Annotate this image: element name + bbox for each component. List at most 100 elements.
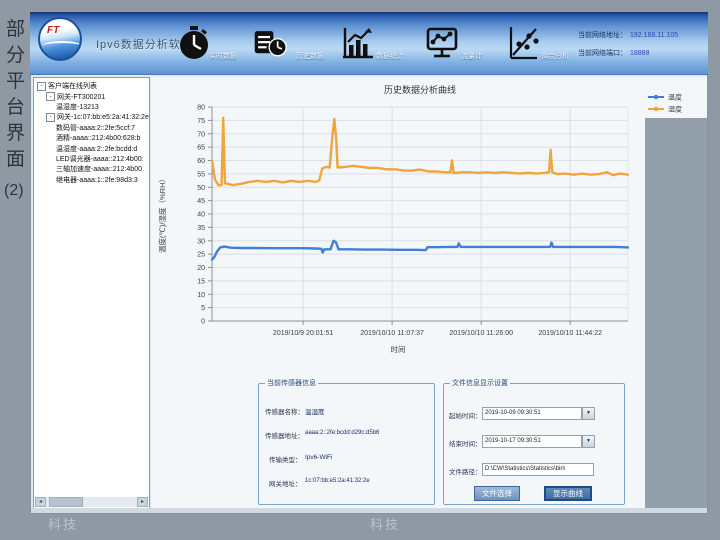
watermark-text: 科技 [48, 514, 78, 533]
tree-node-sensor[interactable]: 温湿度-aaaa:2::2fe:bcdd:d [34, 143, 149, 153]
svg-text:25: 25 [197, 252, 205, 259]
svg-text:2019/10/10 11:44:22: 2019/10/10 11:44:22 [538, 330, 602, 337]
transfer-type-value: Ipv6-WiFi [305, 454, 332, 461]
network-port-row: 当前网络端口：18888 [578, 48, 649, 58]
tree-node-label: 继电器-aaaa:1::2fe:98d3:3 [56, 175, 138, 185]
svg-text:温度(℃)/湿度（%RH）: 温度(℃)/湿度（%RH） [157, 175, 167, 253]
start-time-dropdown-icon[interactable]: ▼ [582, 407, 595, 420]
side-label-char: 台 [6, 92, 25, 119]
gateway-address-label: 网关地址： [269, 478, 302, 488]
tree-node-gateway[interactable]: 网关-1c:07:bb:e5:2a:41:32:2e [34, 112, 149, 122]
collapse-icon[interactable] [37, 82, 46, 91]
file-group-title: 文件信息显示设置 [450, 378, 510, 388]
sensor-address-value: aaaa:2::2fe:bcdd:d29c:d5b6 [305, 430, 379, 436]
side-label-char: 部 [6, 14, 25, 41]
svg-text:65: 65 [197, 145, 205, 152]
toolbar-label: 历史数据 [296, 51, 324, 61]
svg-text:0: 0 [201, 319, 205, 326]
tree-node-label: 温湿度-aaaa:2::2fe:bcdd:d [56, 144, 137, 154]
toolbar-label: 拟合分析 [541, 51, 569, 61]
network-address-label: 当前网络地址： [578, 32, 627, 39]
tree-node-label: 酒精-aaaa::212:4b00:628:b [56, 133, 140, 143]
show-curve-button[interactable]: 显示曲线 [544, 486, 592, 501]
sensor-name-label: 传感器名称： [265, 406, 304, 416]
tree-node-label: 三轴加速度-aaaa::212:4b00 [56, 164, 142, 174]
network-address-row: 当前网络地址：192.168.11.105 [578, 30, 678, 40]
svg-text:30: 30 [197, 238, 205, 245]
gateway-address-value: 1c:07:bb:e5:2a:41:32:2e [305, 478, 370, 484]
svg-text:2019/10/9 20:01:51: 2019/10/9 20:01:51 [273, 330, 333, 337]
svg-text:2019/10/10 11:26:00: 2019/10/10 11:26:00 [449, 330, 513, 337]
tree-node-label: LED调光器-aaaa::212:4b00: [56, 154, 144, 164]
sensor-address-label: 传感器地址： [265, 430, 304, 440]
history-chart: 051015202530354045505560657075802019/10/… [152, 77, 705, 373]
network-port-value: 18888 [630, 50, 649, 57]
tree-node-root[interactable]: 客户端在线列表 [34, 81, 149, 91]
svg-text:温度: 温度 [668, 93, 682, 102]
tree-node-gateway[interactable]: 网关-FT300201 [34, 91, 149, 101]
svg-text:湿度: 湿度 [668, 105, 682, 114]
side-label-char: 面 [6, 144, 25, 171]
toolbar-label: 数据统计 [376, 51, 404, 61]
svg-text:2019/10/10 11:07:37: 2019/10/10 11:07:37 [360, 330, 424, 337]
file-path-field[interactable]: D:\CW\Statistics\Statistics\bin\ [482, 463, 594, 476]
svg-text:40: 40 [197, 212, 205, 219]
svg-text:50: 50 [197, 185, 205, 192]
svg-text:35: 35 [197, 225, 205, 232]
slide-background: 部 分 平 台 界 面 (2) FT Ipv6数据分析软件 实时数据 [0, 0, 720, 540]
end-time-field[interactable]: 2019-10-17 09:30:51 [482, 435, 582, 448]
tree-node-sensor[interactable]: 三轴加速度-aaaa::212:4b00 [34, 164, 149, 174]
svg-text:45: 45 [197, 198, 205, 205]
start-time-label: 起始时间： [449, 410, 482, 420]
file-settings-group: 文件信息显示设置 起始时间： 2019-10-09 09:30:51 ▼ 结束时… [443, 378, 625, 505]
tree-node-sensor[interactable]: 酒精-aaaa::212:4b00:628:b [34, 133, 149, 143]
svg-text:55: 55 [197, 171, 205, 178]
scroll-left-arrow-icon[interactable]: ◂ [35, 497, 46, 507]
toolbar-label: 实时数据 [209, 51, 237, 61]
window-status-strip [31, 508, 707, 513]
history-list-clock-icon [253, 25, 287, 61]
logo-wave [42, 41, 82, 51]
stopwatch-icon [177, 25, 211, 61]
tree-node-sensor[interactable]: 继电器-aaaa:1::2fe:98d3:3 [34, 175, 149, 185]
monitor-curve-icon [425, 25, 459, 61]
svg-text:60: 60 [197, 158, 205, 165]
bar-chart-icon [341, 25, 375, 61]
logo-text: FT [47, 25, 59, 36]
tree-node-label: 网关-FT300201 [57, 92, 105, 102]
tree-node-sensor[interactable]: 数码管-aaaa:2::2fe:5ccf:7 [34, 123, 149, 133]
transfer-type-label: 传输类型： [269, 454, 302, 464]
tree-node-label: 网关-1c:07:bb:e5:2a:41:32:2e [57, 112, 149, 122]
collapse-icon[interactable] [46, 113, 55, 122]
side-label-char: 平 [6, 66, 25, 93]
fit-line-scatter-icon [507, 25, 541, 61]
sensor-name-value: 温湿度 [305, 406, 325, 416]
tree-node-label: 数码管-aaaa:2::2fe:5ccf:7 [56, 123, 135, 133]
app-logo-icon: FT [38, 17, 82, 61]
sensor-info-group: 当前传感器信息 传感器名称： 温湿度 传感器地址： aaaa:2::2fe:bc… [258, 378, 435, 505]
side-label-char: 界 [6, 118, 25, 145]
tree-node-label: 客户端在线列表 [48, 81, 97, 91]
collapse-icon[interactable] [46, 92, 55, 101]
scrollbar-thumb[interactable] [49, 497, 83, 507]
end-time-dropdown-icon[interactable]: ▼ [582, 435, 595, 448]
svg-text:10: 10 [197, 292, 205, 299]
sensor-group-title: 当前传感器信息 [265, 378, 318, 388]
start-time-field[interactable]: 2019-10-09 09:30:51 [482, 407, 582, 420]
svg-text:70: 70 [197, 131, 205, 138]
file-select-button[interactable]: 文件选择 [474, 486, 520, 501]
tree-node-sensor[interactable]: 温湿度-13213 [34, 102, 149, 112]
tree-node-sensor[interactable]: LED调光器-aaaa::212:4b00: [34, 154, 149, 164]
network-address-value: 192.168.11.105 [630, 32, 678, 39]
svg-text:15: 15 [197, 278, 205, 285]
svg-text:20: 20 [197, 265, 205, 272]
tree-node-label: 温湿度-13213 [56, 102, 99, 112]
svg-text:80: 80 [197, 105, 205, 112]
tree-horizontal-scrollbar[interactable]: ◂ ▸ [35, 497, 148, 507]
watermark-text: 科技 [370, 514, 400, 533]
scroll-right-arrow-icon[interactable]: ▸ [137, 497, 148, 507]
svg-text:历史数据分析曲线: 历史数据分析曲线 [384, 84, 456, 95]
side-label-number: (2) [4, 182, 24, 200]
end-time-label: 结束时间： [449, 438, 482, 448]
svg-text:5: 5 [201, 305, 205, 312]
